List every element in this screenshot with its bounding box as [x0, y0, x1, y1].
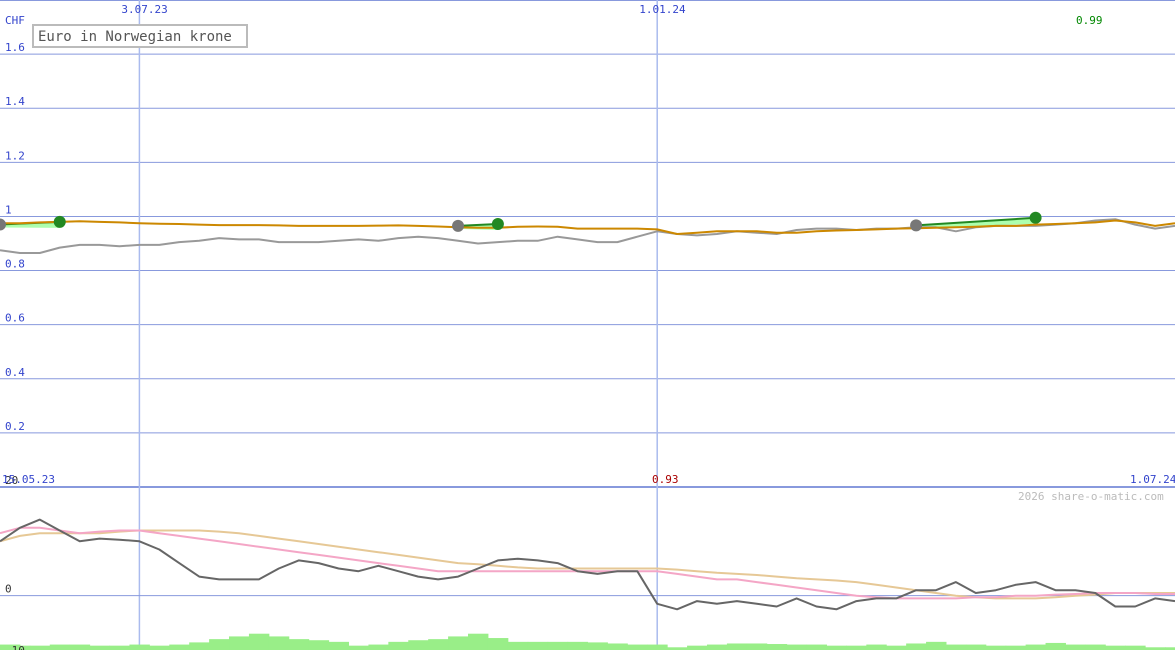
volume-bar — [687, 645, 708, 650]
volume-bar — [189, 642, 210, 650]
volume-bar — [1125, 645, 1146, 650]
chart-canvas: 1.81.61.41.210.80.60.40.23.07.231.01.242… — [0, 0, 1175, 650]
y-tick-label: 1.4 — [5, 95, 25, 108]
volume-bar — [926, 641, 947, 650]
volume-bar — [766, 644, 788, 650]
volume-bar — [965, 644, 987, 650]
volume-bar — [408, 640, 429, 650]
volume-bar — [1045, 642, 1066, 650]
volume-bar — [985, 645, 1007, 650]
volume-bar — [706, 644, 728, 650]
max-value-label: 0.99 — [1076, 14, 1103, 27]
volume-bar — [268, 636, 290, 650]
volume-bar — [527, 641, 549, 650]
volume-bar — [1105, 645, 1126, 650]
volume-bar — [109, 645, 130, 650]
volume-bar — [89, 645, 111, 650]
volume-bar — [547, 641, 569, 650]
x-end-label: 1.07.24 — [1130, 473, 1175, 486]
volume-bar — [169, 644, 190, 650]
volume-bar — [1025, 644, 1047, 650]
volume-bar — [428, 639, 449, 650]
volume-bar — [288, 639, 310, 650]
osc-tick-label: 0 — [5, 583, 12, 596]
volume-bar — [906, 643, 927, 650]
volume-bar — [49, 644, 71, 650]
volume-bar — [567, 641, 588, 650]
volume-bar — [726, 643, 748, 650]
y-tick-label: 1.6 — [5, 41, 25, 54]
volume-bar — [229, 636, 250, 650]
volume-bar — [786, 644, 808, 650]
signal-marker — [491, 218, 504, 231]
volume-bar — [866, 644, 887, 650]
watermark: 2026 share-o-matic.com — [1018, 490, 1164, 503]
min-value-label: 0.93 — [652, 473, 679, 486]
signal-marker — [53, 215, 66, 228]
volume-bar — [468, 633, 489, 650]
y-tick-label: 0.4 — [5, 366, 25, 379]
volume-bar — [328, 641, 350, 650]
volume-bar — [248, 633, 270, 650]
volume-bar — [1085, 644, 1106, 650]
signal-marker — [452, 219, 465, 232]
volume-bar — [129, 644, 150, 650]
y-tick-label: 1.2 — [5, 149, 25, 162]
volume-bar — [69, 644, 91, 650]
chart-title: Euro in Norwegian krone — [38, 29, 232, 45]
y-tick-label: 0.8 — [5, 258, 25, 271]
volume-bar — [886, 645, 907, 650]
volume-bar — [209, 639, 230, 650]
y-tick-label: 0.6 — [5, 312, 25, 325]
y-unit-label: CHF — [5, 14, 25, 27]
osc-tick-label: -10 — [5, 644, 25, 650]
volume-bar — [945, 644, 967, 650]
x-start-label: 15.05.23 — [2, 473, 55, 486]
volume-bar — [388, 641, 409, 650]
volume-bar — [1065, 644, 1086, 650]
volume-bar — [647, 644, 668, 650]
volume-bar — [149, 645, 170, 650]
y-tick-label: 0.2 — [5, 420, 25, 433]
volume-bar — [308, 640, 330, 650]
x-tick-label: 1.01.24 — [639, 3, 686, 16]
volume-bar — [826, 645, 847, 650]
volume-bar — [368, 644, 389, 650]
volume-bar — [746, 643, 768, 650]
volume-bar — [29, 645, 51, 650]
volume-bar — [487, 638, 509, 650]
volume-bar — [448, 636, 469, 650]
volume-bar — [507, 641, 529, 650]
volume-bar — [587, 642, 608, 650]
volume-bar — [806, 644, 827, 650]
volume-bar — [846, 645, 867, 650]
volume-bar — [1005, 645, 1027, 650]
signal-marker — [1029, 211, 1042, 224]
volume-bar — [627, 644, 648, 650]
volume-bar — [607, 643, 628, 650]
volume-bar — [348, 645, 369, 650]
y-tick-label: 1 — [5, 203, 12, 216]
x-tick-label: 3.07.23 — [121, 3, 167, 16]
signal-marker — [910, 219, 923, 232]
